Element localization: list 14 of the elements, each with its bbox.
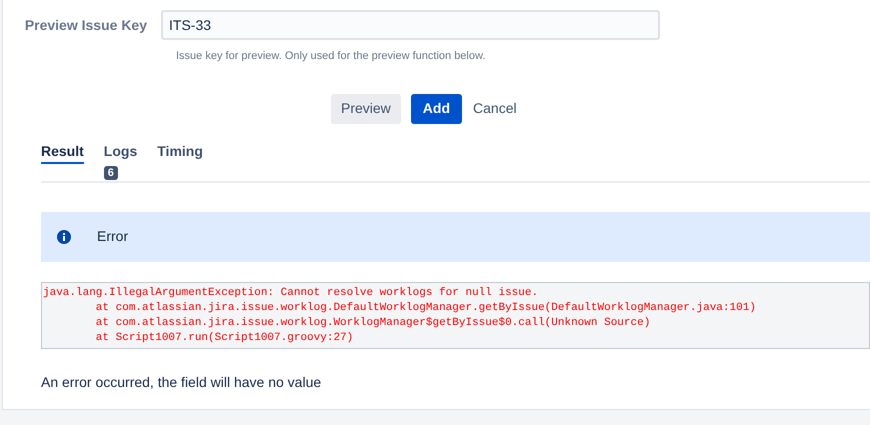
error-message: An error occurred, the field will have no value xyxy=(41,372,322,392)
alert-title: Error xyxy=(97,227,128,246)
add-button[interactable]: Add xyxy=(410,94,462,124)
field-label: Preview Issue Key xyxy=(24,16,148,35)
stack-trace: java.lang.IllegalArgumentException: Cannot resolve worklogs for null issue. at com.atlassian.jira.issue.worklog.DefaultWorklogManager.getByIssue(DefaultWorklogManager.java:101) at com.atlassian.jira.issue.worklog.WorklogManager$getByIssue$0.call(Unknown Source) at Script1007.run(Script1007.groovy:27) xyxy=(41,282,870,348)
info-icon xyxy=(57,230,71,244)
preview-button[interactable]: Preview xyxy=(331,94,401,124)
tab[interactable]: Logs xyxy=(104,142,138,164)
input-field[interactable]: ITS-33 xyxy=(161,10,660,40)
count-badge: 6 xyxy=(104,166,118,180)
cancel-link[interactable]: Cancel xyxy=(472,94,518,124)
tab[interactable]: Result xyxy=(41,142,84,164)
help-text: Issue key for preview. Only used for the preview function below. xyxy=(176,49,486,64)
tab[interactable]: Timing xyxy=(157,142,203,164)
